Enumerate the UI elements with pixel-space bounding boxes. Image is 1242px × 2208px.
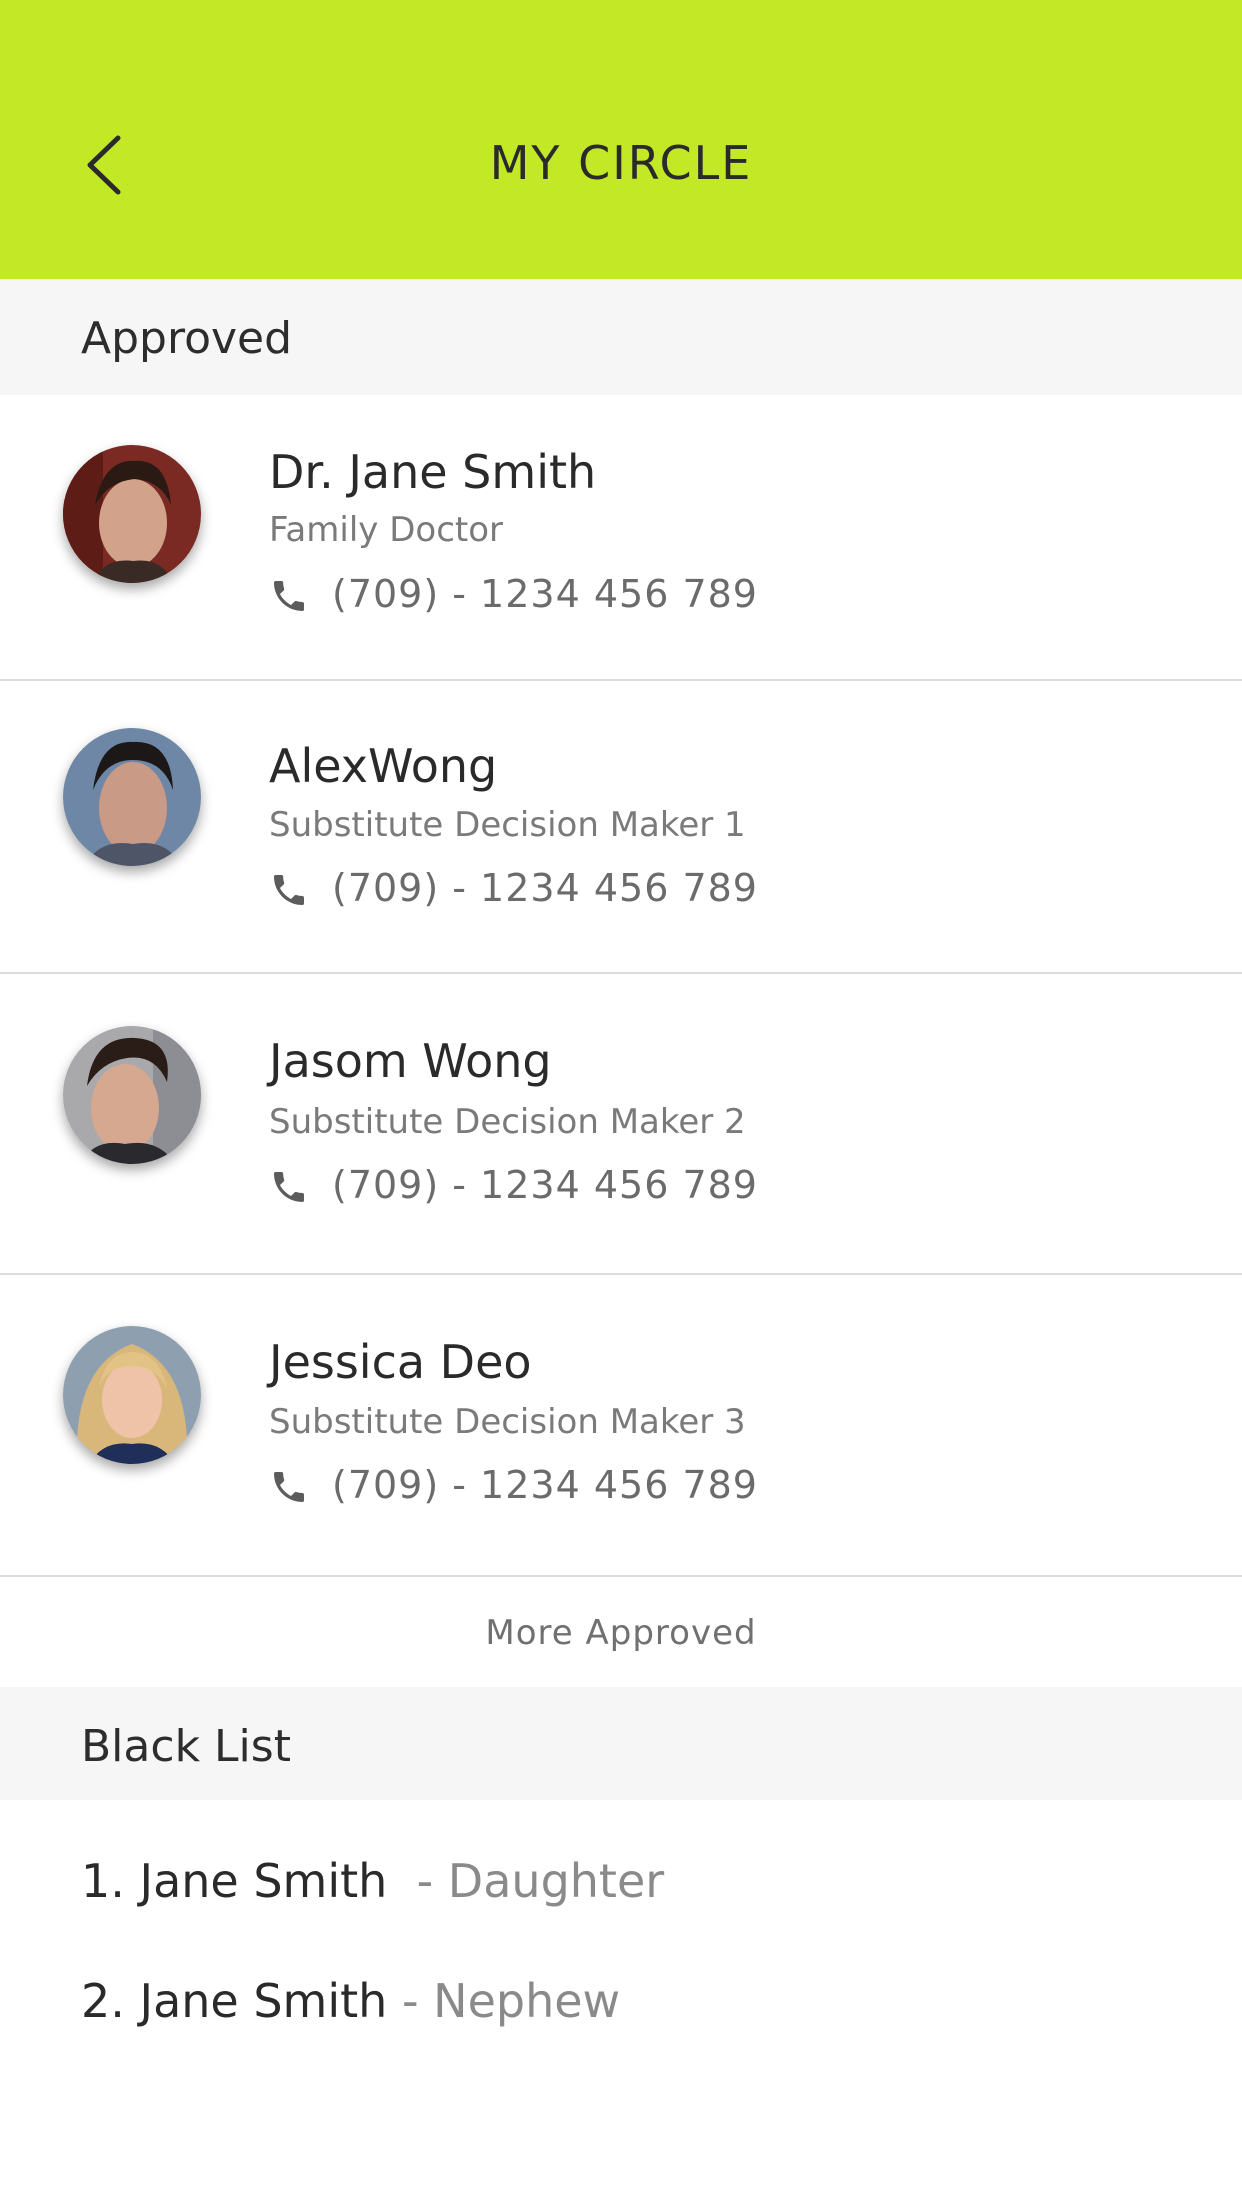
phone-number: (709) - 1234 456 789 [332,572,758,616]
contact-role: Substitute Decision Maker 2 [269,1102,746,1142]
contact-name: Jasom Wong [269,1034,552,1088]
avatar [63,1326,201,1464]
contact-name: AlexWong [269,739,498,793]
more-approved-button[interactable]: More Approved [0,1577,1242,1687]
blacklist-item[interactable]: 1. Jane Smith - Daughter [81,1854,664,1908]
avatar [63,1026,201,1164]
blacklist-section-header: Black List [0,1687,1242,1800]
approved-section-header: Approved [0,279,1242,395]
phone-number: (709) - 1234 456 789 [332,1163,758,1207]
contact-row[interactable]: AlexWong Substitute Decision Maker 1 (70… [0,681,1242,974]
phone-icon [274,1172,304,1202]
contact-role: Family Doctor [269,510,503,550]
contact-row[interactable]: Jessica Deo Substitute Decision Maker 3 … [0,1275,1242,1577]
blacklist-item[interactable]: 2. Jane Smith - Nephew [81,1974,620,2028]
phone-icon [274,875,304,905]
blacklist-item-name: 2. Jane Smith [81,1974,388,2028]
contact-role: Substitute Decision Maker 3 [269,1402,746,1442]
phone-number: (709) - 1234 456 789 [332,866,758,910]
phone-number: (709) - 1234 456 789 [332,1463,758,1507]
approved-heading: Approved [81,313,293,364]
avatar [63,445,201,583]
page-title: MY CIRCLE [489,136,753,190]
blacklist-item-name: 1. Jane Smith [81,1854,388,1908]
phone-icon [274,1472,304,1502]
contact-name: Dr. Jane Smith [269,445,597,499]
contact-row[interactable]: Dr. Jane Smith Family Doctor (709) - 123… [0,395,1242,681]
contact-role: Substitute Decision Maker 1 [269,805,746,845]
avatar [63,728,201,866]
blacklist-heading: Black List [81,1721,291,1772]
blacklist-item-relation: - Daughter [416,1854,665,1908]
more-approved-label: More Approved [485,1613,757,1653]
contact-name: Jessica Deo [269,1335,532,1389]
top-bar: MY CIRCLE [0,0,1242,279]
phone-icon [274,581,304,611]
blacklist-item-relation: - Nephew [401,1974,621,2028]
contact-row[interactable]: Jasom Wong Substitute Decision Maker 2 (… [0,974,1242,1275]
